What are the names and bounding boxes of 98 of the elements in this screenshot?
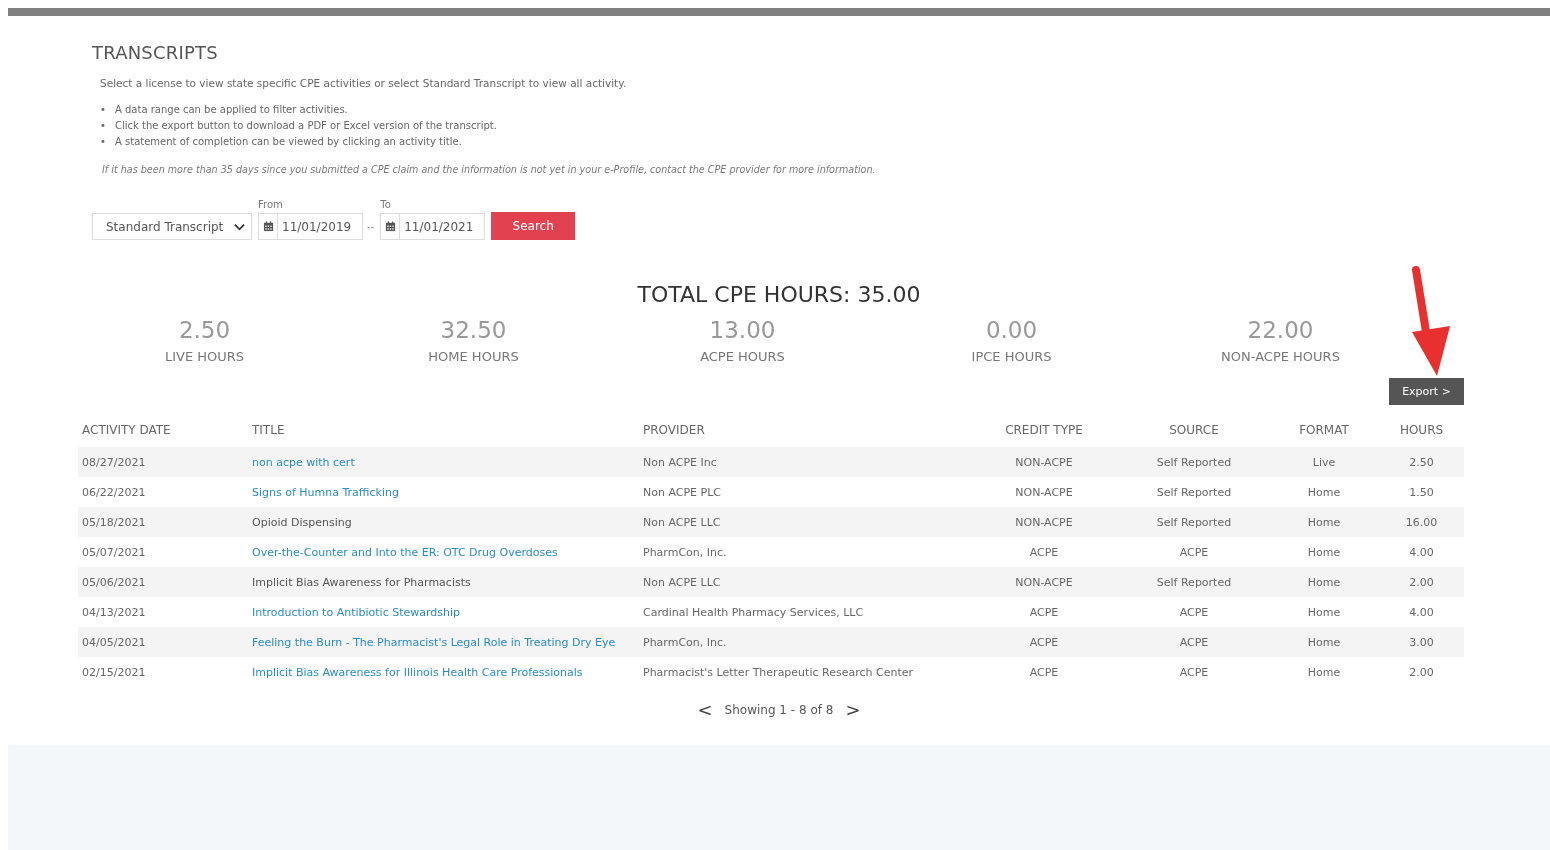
license-select[interactable]: Standard Transcript bbox=[92, 213, 252, 240]
stat-value: 13.00 bbox=[709, 317, 776, 343]
table-cell: 05/07/2021 bbox=[78, 537, 244, 567]
table-cell: ACPE bbox=[969, 537, 1119, 567]
table-cell: 16.00 bbox=[1379, 507, 1464, 537]
note-text: If it has been more than 35 days since you submitted a CPE claim and the information is not yet in your e-Profile, contact the CPE provider for more information. bbox=[102, 164, 877, 175]
pagination-text: Showing 1 - 8 of 8 bbox=[724, 702, 834, 717]
range-separator: -- bbox=[367, 221, 375, 232]
table-cell: Non ACPE PLC bbox=[635, 477, 969, 507]
table-cell: Non ACPE Inc bbox=[635, 447, 969, 477]
chevron-down-icon bbox=[234, 222, 245, 231]
column-header: FORMAT bbox=[1269, 413, 1379, 447]
table-cell: Self Reported bbox=[1119, 477, 1269, 507]
date-field[interactable]: 11/01/2019 bbox=[278, 213, 363, 240]
column-header: HOURS bbox=[1379, 413, 1464, 447]
table-cell: ACPE bbox=[1119, 537, 1269, 567]
table-cell: 04/13/2021 bbox=[78, 597, 244, 627]
activity-link[interactable]: Implicit Bias Awareness for Illinois Health Care Professionals bbox=[252, 665, 583, 679]
table-cell: Self Reported bbox=[1119, 507, 1269, 537]
total-hours: TOTAL CPE HOURS: 35.00 bbox=[636, 282, 922, 307]
table-cell: Cardinal Health Pharmacy Services, LLC bbox=[635, 597, 969, 627]
table-cell: ACPE bbox=[1119, 657, 1269, 687]
stat-label: ACPE HOURS bbox=[700, 349, 785, 364]
table-cell: Pharmacist's Letter Therapeutic Research Center bbox=[635, 657, 969, 687]
stat-value: 32.50 bbox=[440, 317, 507, 343]
table-cell: 04/05/2021 bbox=[78, 627, 244, 657]
date-field[interactable]: 11/01/2021 bbox=[400, 213, 486, 240]
activity-link[interactable]: non acpe with cert bbox=[252, 455, 355, 469]
bullet-marker: • bbox=[100, 135, 107, 149]
activity-title: Implicit Bias Awareness for Pharmacists bbox=[252, 575, 471, 589]
table-cell: Self Reported bbox=[1119, 567, 1269, 597]
table-cell: 1.50 bbox=[1379, 477, 1464, 507]
calendar-icon bbox=[262, 221, 274, 232]
table-cell: 05/06/2021 bbox=[78, 567, 244, 597]
export-button[interactable]: Export > bbox=[1389, 378, 1464, 405]
bullet-marker: • bbox=[100, 103, 107, 117]
stat-label: IPCE HOURS bbox=[971, 349, 1052, 364]
stat-label: HOME HOURS bbox=[428, 349, 519, 364]
stat-value: 2.50 bbox=[178, 317, 231, 343]
date-label: From bbox=[258, 199, 284, 210]
calendar-addon[interactable] bbox=[380, 213, 401, 240]
table-cell: Non ACPE LLC bbox=[635, 507, 969, 537]
column-header: TITLE bbox=[244, 413, 635, 447]
activity-link[interactable]: Introduction to Antibiotic Stewardship bbox=[252, 605, 461, 619]
table-cell: 2.00 bbox=[1379, 567, 1464, 597]
column-header: PROVIDER bbox=[635, 413, 969, 447]
table-cell: 02/15/2021 bbox=[78, 657, 244, 687]
activity-link[interactable]: Over-the-Counter and Into the ER: OTC Drug Overdoses bbox=[252, 545, 558, 559]
bullet-text: A data range can be applied to filter activities. bbox=[115, 103, 348, 117]
calendar-addon[interactable] bbox=[258, 213, 278, 240]
table-cell: NON-ACPE bbox=[969, 507, 1119, 537]
table-cell: 3.00 bbox=[1379, 627, 1464, 657]
table-cell: PharmCon, Inc. bbox=[635, 537, 969, 567]
bullet-text: Click the export button to download a PDF or Excel version of the transcript. bbox=[115, 119, 497, 133]
table-cell: Home bbox=[1269, 507, 1379, 537]
search-button[interactable]: Search bbox=[491, 212, 576, 240]
table-cell: 06/22/2021 bbox=[78, 477, 244, 507]
table-cell: ACPE bbox=[1119, 627, 1269, 657]
table-cell: 2.50 bbox=[1379, 447, 1464, 477]
table-cell: 08/27/2021 bbox=[78, 447, 244, 477]
stat-label: NON-ACPE HOURS bbox=[1221, 349, 1340, 364]
table-cell: Non ACPE LLC bbox=[635, 567, 969, 597]
table-cell: Home bbox=[1269, 597, 1379, 627]
table-cell: Live bbox=[1269, 447, 1379, 477]
calendar-icon bbox=[384, 221, 396, 232]
column-header: SOURCE bbox=[1119, 413, 1269, 447]
bullet-text: A statement of completion can be viewed by clicking an activity title. bbox=[115, 135, 462, 149]
previous-page-link[interactable]: < bbox=[697, 699, 713, 720]
page-title: TRANSCRIPTS bbox=[92, 42, 219, 63]
table-cell: NON-ACPE bbox=[969, 477, 1119, 507]
table-cell: PharmCon, Inc. bbox=[635, 627, 969, 657]
table-cell: Home bbox=[1269, 567, 1379, 597]
column-header: ACTIVITY DATE bbox=[78, 413, 244, 447]
activity-title: Opioid Dispensing bbox=[252, 515, 352, 529]
table-cell: 05/18/2021 bbox=[78, 507, 244, 537]
table-cell: 2.00 bbox=[1379, 657, 1464, 687]
table-cell: NON-ACPE bbox=[969, 567, 1119, 597]
table-cell: ACPE bbox=[969, 597, 1119, 627]
table-cell: ACPE bbox=[969, 657, 1119, 687]
column-header: CREDIT TYPE bbox=[969, 413, 1119, 447]
bullet-marker: • bbox=[100, 119, 107, 133]
table-cell: 4.00 bbox=[1379, 537, 1464, 567]
table-cell: Home bbox=[1269, 537, 1379, 567]
stat-value: 22.00 bbox=[1247, 317, 1314, 343]
table-cell: ACPE bbox=[1119, 597, 1269, 627]
date-label: To bbox=[380, 199, 392, 210]
table-cell: Self Reported bbox=[1119, 447, 1269, 477]
table-cell: ACPE bbox=[969, 627, 1119, 657]
stat-value: 0.00 bbox=[985, 317, 1038, 343]
table-cell: Home bbox=[1269, 657, 1379, 687]
activity-link[interactable]: Signs of Humna Trafficking bbox=[252, 485, 399, 499]
table-cell: Home bbox=[1269, 477, 1379, 507]
table-cell: Home bbox=[1269, 627, 1379, 657]
table-cell: NON-ACPE bbox=[969, 447, 1119, 477]
next-page-link[interactable]: > bbox=[845, 699, 861, 720]
intro-text: Select a license to view state specific CPE activities or select Standard Transcript to view all activity. bbox=[100, 77, 628, 89]
stat-label: LIVE HOURS bbox=[164, 349, 245, 364]
table-cell: 4.00 bbox=[1379, 597, 1464, 627]
